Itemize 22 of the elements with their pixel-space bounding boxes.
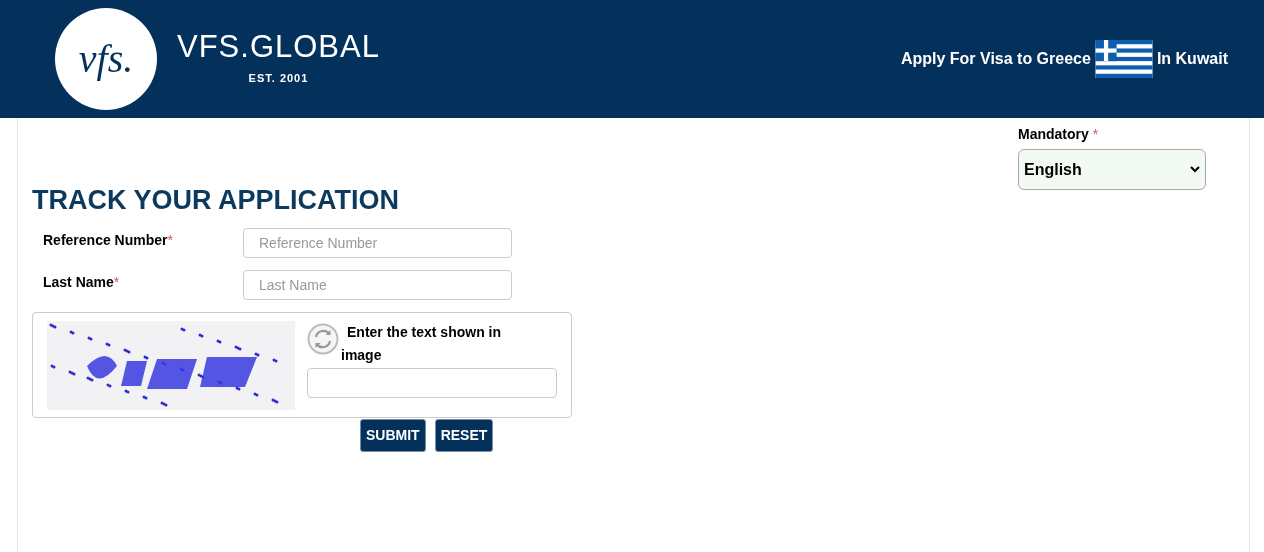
brand-name: VFS.GLOBAL — [177, 31, 380, 63]
field-label: Last Name — [43, 274, 114, 290]
logo-mark: vfs. — [78, 35, 134, 83]
required-mark: * — [113, 274, 120, 290]
required-mark: * — [167, 232, 173, 248]
tagline-text: Apply For Visa to Greece — [900, 49, 1091, 69]
text-field[interactable]: Reference Number — [243, 228, 512, 258]
form-button[interactable]: SUBMIT — [360, 419, 426, 452]
captcha-input[interactable] — [307, 368, 557, 398]
language-select[interactable]: English — [1018, 149, 1206, 190]
text-field[interactable]: Last Name — [243, 270, 512, 300]
captcha-prompt: Enter the text shown in image — [341, 323, 502, 365]
page-title: TRACK YOUR APPLICATION — [32, 184, 400, 216]
form-button[interactable]: RESET — [434, 419, 494, 452]
tagline-text: In Kuwait — [1156, 49, 1228, 69]
required-mark: * — [1092, 126, 1099, 142]
refresh-icon[interactable] — [307, 323, 339, 355]
established-year: EST. 2001 — [248, 71, 309, 87]
chevron-down-icon — [1190, 166, 1200, 173]
field-label: Reference Number — [43, 232, 168, 248]
language-label: Mandatory — [1018, 126, 1089, 142]
flag-icon — [1094, 40, 1153, 78]
